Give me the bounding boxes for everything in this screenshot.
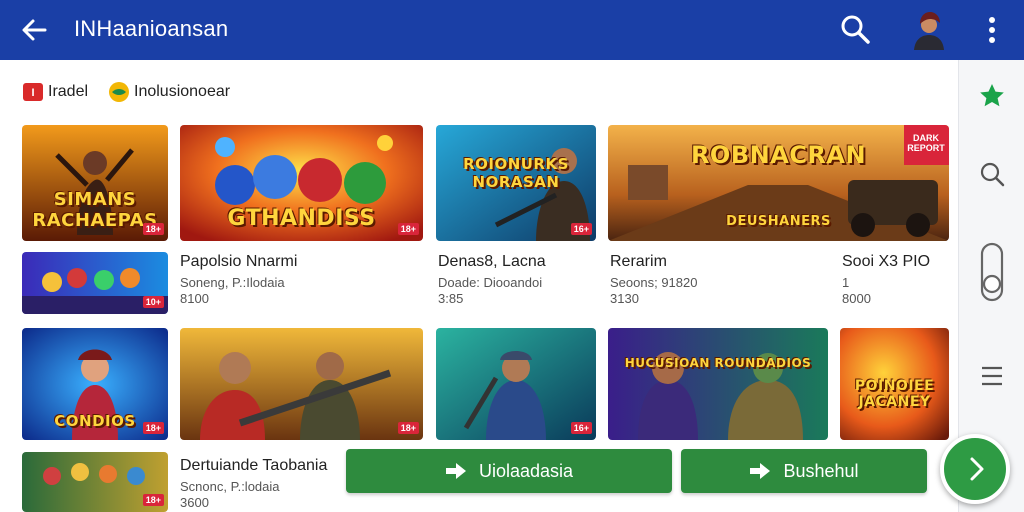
game-title-art: ROIONURKS NORASAN [463, 155, 569, 191]
game-subtitle-art: DEUSHANERS [726, 214, 831, 229]
age-badge: 16+ [570, 422, 592, 434]
secondary-action-button[interactable]: Bushehul [681, 449, 927, 493]
age-badge: 16+ [570, 223, 592, 235]
star-icon[interactable] [976, 80, 1008, 112]
game-info[interactable]: Dertuiande Taobania Scnonc, P.:lodaia 36… [180, 457, 327, 511]
game-tile[interactable]: 10+ [22, 252, 168, 314]
game-tile[interactable]: ROIONURKS NORASAN 16+ [436, 125, 596, 241]
svg-text:I: I [31, 87, 34, 99]
game-info[interactable]: Sooi X3 PIO 1 8000 [842, 253, 930, 307]
back-arrow-icon[interactable] [18, 14, 50, 46]
app-title: INHaanioansan [74, 16, 229, 41]
game-info[interactable]: Papolsio Nnarmi Soneng, P.:Ilodaia 8100 [180, 253, 297, 307]
search-icon[interactable] [838, 12, 872, 46]
filter-chip-label: Iradel [48, 83, 89, 100]
globe-icon [109, 82, 129, 102]
game-title-art: POINOIEE JACANEY [854, 378, 935, 410]
age-badge: 18+ [142, 422, 164, 434]
age-badge: 10+ [142, 296, 164, 308]
game-art [180, 328, 423, 440]
game-name: Sooi X3 PIO [842, 253, 931, 270]
game-meta: Soneng, P.:Ilodaia [180, 275, 285, 290]
age-badge: 18+ [142, 223, 164, 235]
primary-action-label: Uiolaadasia [478, 460, 574, 481]
game-tile[interactable]: 18+ [22, 452, 168, 512]
avatar[interactable] [908, 8, 950, 50]
menu-icon[interactable] [976, 360, 1008, 392]
game-title-art: ROBNACRAN [690, 141, 867, 169]
game-tile[interactable]: ROBNACRAN DEUSHANERS DARK REPORT [608, 125, 949, 241]
arrow-right-icon [445, 463, 466, 479]
filter-chip-label: Inolusionoear [134, 83, 231, 100]
filter-chip-globe[interactable]: Inolusionoear [108, 80, 230, 104]
game-name: Papolsio Nnarmi [180, 253, 298, 270]
age-badge: 18+ [142, 494, 164, 506]
app-bar: INHaanioansan [0, 0, 1024, 60]
secondary-action-label: Bushehul [783, 460, 859, 481]
game-art [608, 328, 828, 440]
game-tile[interactable]: SIMANS RACHAEPAS 18+ [22, 125, 168, 241]
game-title-art: GTHANDISS [227, 206, 376, 231]
filter-chip-store[interactable]: I Iradel [22, 80, 88, 104]
game-tile[interactable]: 18+ [180, 328, 423, 440]
game-tile[interactable]: HUCUSIOAN ROUNDADIOS [608, 328, 828, 440]
corner-label: DARK REPORT [907, 133, 945, 153]
chevron-right-icon [970, 457, 984, 481]
game-meta: 1 [842, 275, 850, 290]
age-badge: 18+ [397, 422, 419, 434]
game-name: Rerarim [610, 253, 667, 270]
game-meta: Doade: Diooandoi [438, 275, 543, 290]
game-tile[interactable]: POINOIEE JACANEY [840, 328, 949, 440]
game-info[interactable]: Denas8, Lacna Doade: Diooandoi 3:85 [438, 253, 546, 307]
age-badge: 18+ [397, 223, 419, 235]
next-fab-button[interactable] [940, 434, 1010, 504]
game-tile[interactable]: CONDIOS 18+ [22, 328, 168, 440]
search-icon[interactable] [976, 158, 1008, 190]
game-tile[interactable]: GTHANDISS 18+ [180, 125, 423, 241]
store-icon: I [23, 83, 43, 101]
game-info[interactable]: Rerarim Seoons; 91820 3130 [610, 253, 697, 307]
game-count: 3130 [610, 291, 639, 306]
toggle-icon[interactable] [976, 240, 1008, 304]
game-count: 8000 [842, 291, 871, 306]
game-meta: Scnonc, P.:lodaia [180, 479, 280, 494]
more-options-icon[interactable] [982, 14, 1002, 46]
game-name: Dertuiande Taobania [180, 457, 328, 474]
game-tile[interactable]: 16+ [436, 328, 596, 440]
primary-action-button[interactable]: Uiolaadasia [346, 449, 672, 493]
game-count: 3:85 [438, 291, 464, 306]
game-title-art: HUCUSIOAN ROUNDADIOS [624, 356, 812, 370]
game-count: 8100 [180, 291, 209, 306]
game-count: 3600 [180, 495, 209, 510]
game-meta: Seoons; 91820 [610, 275, 698, 290]
game-name: Denas8, Lacna [438, 253, 546, 270]
arrow-right-icon [750, 463, 771, 479]
